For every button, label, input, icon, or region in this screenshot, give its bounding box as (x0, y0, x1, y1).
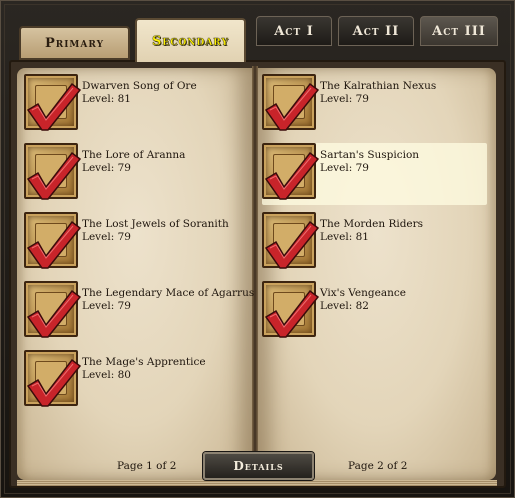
quest-icon (24, 350, 82, 407)
check-mark-icon (26, 289, 82, 338)
quest-icon (24, 212, 82, 269)
quest-level: Level: 79 (82, 161, 131, 174)
quest-icon (24, 74, 82, 131)
tab-act-1[interactable]: Act I (256, 16, 332, 46)
tab-act-2[interactable]: Act II (338, 16, 414, 46)
details-button[interactable]: Details (203, 452, 314, 480)
quest-name: The Morden Riders (320, 218, 424, 230)
quest-icon (262, 212, 320, 269)
check-mark-icon (264, 151, 320, 200)
quest-name: Vix's Vengeance (320, 287, 406, 299)
left-page-number: Page 1 of 2 (117, 460, 177, 472)
quest-level: Level: 81 (320, 230, 369, 243)
quest-text: The Kalrathian Nexus Level: 79 (320, 80, 436, 105)
quest-text: Sartan's Suspicion Level: 79 (320, 149, 419, 174)
quest-level: Level: 79 (320, 161, 369, 174)
quest-name: The Mage's Apprentice (82, 356, 206, 368)
quest-icon (262, 281, 320, 338)
tab-primary[interactable]: Primary (19, 26, 130, 60)
quest-name: The Kalrathian Nexus (320, 80, 437, 92)
check-mark-icon (264, 220, 320, 269)
quest-name: Dwarven Song of Ore (82, 80, 197, 92)
quest-name: The Legendary Mace of Agarrus (82, 287, 255, 299)
tab-act-3[interactable]: Act III (420, 16, 498, 46)
tab-primary-label: Primary (44, 35, 105, 51)
quest-text: Dwarven Song of Ore Level: 81 (82, 80, 197, 105)
tab-act-2-label: Act II (352, 23, 400, 39)
page-edges (17, 480, 497, 486)
quest-entry[interactable]: The Morden Riders Level: 81 (262, 212, 482, 274)
check-mark-icon (26, 220, 82, 269)
check-mark-icon (26, 358, 82, 407)
quest-icon (262, 143, 320, 200)
book-spine (252, 66, 258, 482)
quest-text: The Lost Jewels of Soranith Level: 79 (82, 218, 229, 243)
check-mark-icon (264, 82, 320, 131)
quest-level: Level: 81 (82, 92, 131, 105)
check-mark-icon (264, 289, 320, 338)
quest-level: Level: 82 (320, 299, 369, 312)
quest-level: Level: 79 (320, 92, 369, 105)
quest-entry[interactable]: The Mage's Apprentice Level: 80 (24, 350, 244, 412)
tab-act-1-label: Act I (274, 23, 314, 39)
quest-entry[interactable]: The Kalrathian Nexus Level: 79 (262, 74, 482, 136)
quest-entry[interactable]: The Legendary Mace of Agarrus Level: 79 (24, 281, 254, 343)
quest-text: Vix's Vengeance Level: 82 (320, 287, 406, 312)
tab-act-3-label: Act III (432, 23, 486, 39)
quest-entry[interactable]: Dwarven Song of Ore Level: 81 (24, 74, 244, 136)
right-page-number: Page 2 of 2 (348, 460, 408, 472)
quest-name: Sartan's Suspicion (320, 149, 420, 161)
quest-level: Level: 79 (82, 230, 131, 243)
quest-name: The Lore of Aranna (82, 149, 186, 161)
quest-entry[interactable]: The Lore of Aranna Level: 79 (24, 143, 244, 205)
quest-text: The Mage's Apprentice Level: 80 (82, 356, 206, 381)
quest-text: The Morden Riders Level: 81 (320, 218, 423, 243)
quest-icon (262, 74, 320, 131)
check-mark-icon (26, 151, 82, 200)
quest-name: The Lost Jewels of Soranith (82, 218, 229, 230)
quest-icon (24, 281, 82, 338)
quest-level: Level: 79 (82, 299, 131, 312)
quest-entry[interactable]: The Lost Jewels of Soranith Level: 79 (24, 212, 244, 274)
tab-secondary[interactable]: Secondary (135, 18, 246, 62)
quest-level: Level: 80 (82, 368, 131, 381)
quest-entry[interactable]: Vix's Vengeance Level: 82 (262, 281, 482, 343)
quest-entry[interactable]: Sartan's Suspicion Level: 79 (262, 143, 487, 205)
details-button-label: Details (233, 459, 284, 473)
check-mark-icon (26, 82, 82, 131)
quest-text: The Lore of Aranna Level: 79 (82, 149, 185, 174)
quest-icon (24, 143, 82, 200)
tab-secondary-label: Secondary (152, 33, 229, 49)
quest-text: The Legendary Mace of Agarrus Level: 79 (82, 287, 254, 312)
